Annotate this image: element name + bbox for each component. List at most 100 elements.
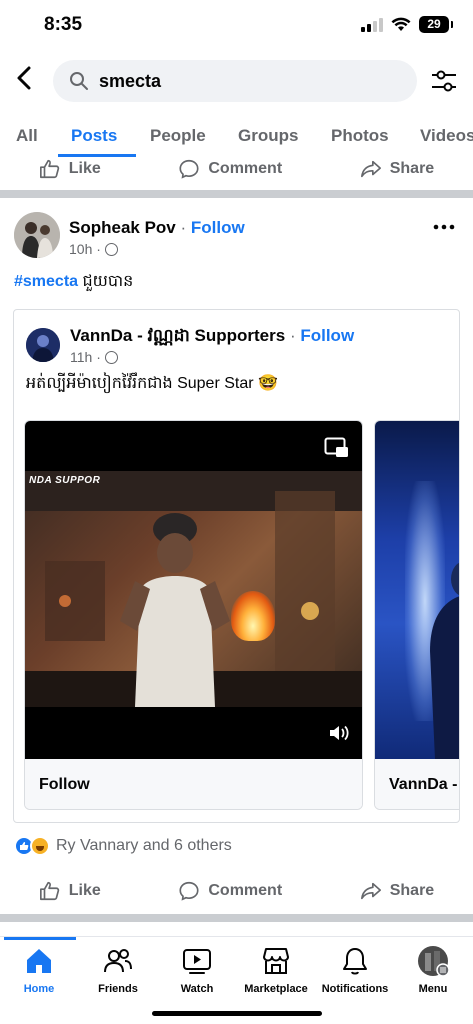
share-button[interactable]: Share (360, 158, 434, 180)
share-arrow-icon (360, 882, 381, 900)
follow-author-link[interactable]: Follow (191, 218, 245, 237)
search-query: smecta (99, 70, 162, 91)
more-dots-icon (433, 224, 455, 230)
video-banner-text: NDA SUPPOR (29, 475, 101, 486)
picture-in-picture-icon (324, 437, 348, 457)
post-meta: 10h · (69, 241, 118, 257)
tab-posts[interactable]: Posts (71, 126, 117, 146)
nav-marketplace[interactable]: Marketplace (231, 945, 321, 995)
share-arrow-icon (360, 160, 381, 178)
post-body-text: ជួយបាន (78, 273, 134, 290)
share-button[interactable]: Share (360, 880, 434, 902)
comment-button[interactable]: Comment (178, 880, 282, 902)
bell-icon (343, 948, 367, 975)
comment-button[interactable]: Comment (178, 158, 282, 180)
bottom-navigation: Home Friends Watch Marketplace Notificat… (0, 936, 473, 1024)
post-header: Sopheak Pov · Follow 10h · (0, 210, 473, 266)
nav-friends-label: Friends (98, 983, 138, 995)
hashtag-link[interactable]: #smecta (14, 273, 78, 290)
nav-watch-label: Watch (180, 983, 214, 995)
shared-post-time[interactable]: 11h · (70, 349, 101, 365)
share-label: Share (389, 882, 435, 899)
post-time[interactable]: 10h · (69, 241, 101, 257)
like-button[interactable]: Like (39, 158, 101, 180)
video-thumbnail-scene (25, 471, 362, 707)
author-avatar[interactable] (14, 212, 60, 258)
thumbs-up-icon (39, 881, 59, 901)
battery-icon: 29 (419, 16, 453, 33)
follow-shared-author-link[interactable]: Follow (300, 326, 354, 345)
tab-photos[interactable]: Photos (331, 126, 389, 146)
filter-button[interactable] (429, 66, 459, 96)
post-actions: Like Comment Share (0, 872, 473, 910)
nav-marketplace-label: Marketplace (244, 983, 308, 995)
video-player-2[interactable] (375, 421, 459, 759)
back-button[interactable] (14, 64, 42, 98)
search-row: smecta (0, 58, 473, 104)
tab-videos[interactable]: Videos (420, 126, 473, 146)
tab-people[interactable]: People (150, 126, 206, 146)
nav-friends[interactable]: Friends (73, 945, 163, 995)
video-player[interactable]: NDA SUPPOR (25, 421, 362, 759)
shared-post-card[interactable]: VannDa - វណ្ណដា Supporters · Follow 11h … (13, 309, 460, 823)
share-label: Share (389, 160, 435, 177)
filter-sliders-icon (432, 70, 456, 92)
marketplace-icon (263, 948, 289, 974)
dot-separator: · (180, 218, 187, 237)
shared-globe-icon (104, 350, 118, 364)
comment-label: Comment (208, 160, 283, 177)
like-button[interactable]: Like (39, 880, 101, 902)
comment-bubble-icon (179, 881, 199, 901)
shared-author-avatar[interactable] (26, 328, 60, 362)
post-text: #smecta ជួយបាន (14, 270, 133, 294)
nav-notifications-label: Notifications (321, 983, 389, 995)
signal-icon (361, 17, 383, 32)
media-card-1[interactable]: NDA SUPPOR Follow (24, 420, 363, 810)
thumbs-up-icon (39, 159, 59, 179)
shared-author-name[interactable]: VannDa - វណ្ណដា Supporters (70, 326, 285, 345)
haha-reaction-icon (30, 836, 50, 856)
shared-post-text: អត់ល្បីអីម៉ាបៀកវ៉ៃរឹកជាង Super Star 🤓 (26, 375, 278, 392)
like-label: Like (68, 882, 101, 899)
comment-bubble-icon (179, 159, 199, 179)
nav-menu[interactable]: Menu (388, 945, 473, 995)
shared-author-line: VannDa - វណ្ណដា Supporters · Follow (70, 325, 354, 350)
media-card-2[interactable]: VannDa - វ (374, 420, 459, 810)
media-carousel[interactable]: NDA SUPPOR Follow VannDa - វ (24, 420, 459, 812)
friends-icon (104, 949, 132, 973)
media-follow-footer[interactable]: Follow (25, 759, 362, 809)
back-arrow-icon (17, 66, 31, 90)
search-input[interactable]: smecta (53, 60, 417, 102)
picture-in-picture-button[interactable] (324, 437, 350, 459)
home-indicator-bar (152, 1011, 322, 1016)
tab-all[interactable]: All (16, 126, 38, 146)
feed-divider (0, 190, 473, 198)
wifi-icon (391, 17, 411, 31)
like-label: Like (68, 160, 101, 177)
status-bar: 8:35 29 (0, 0, 473, 50)
watch-icon (183, 949, 211, 974)
nav-home[interactable]: Home (0, 945, 84, 995)
shared-post-meta: 11h · (70, 349, 118, 365)
post-author-line: Sopheak Pov · Follow (69, 218, 245, 238)
video-frame: NDA SUPPOR (25, 471, 362, 707)
home-icon (27, 949, 51, 973)
speaker-volume-icon (330, 725, 349, 741)
status-icons: 29 (361, 16, 453, 33)
comment-label: Comment (208, 882, 283, 899)
more-options-button[interactable] (433, 214, 455, 237)
status-time: 8:35 (44, 14, 83, 35)
reaction-count-text: Ry Vannary and 6 others (56, 837, 232, 854)
previous-post-actions: Like Comment Share (0, 150, 473, 188)
volume-button[interactable] (328, 723, 350, 743)
media-follow-label: Follow (39, 776, 90, 793)
tab-groups[interactable]: Groups (238, 126, 298, 146)
shared-dot-separator: · (289, 326, 296, 345)
media-footer-2[interactable]: VannDa - វ (375, 759, 459, 809)
fire-flame (231, 591, 275, 641)
reactions-summary[interactable]: Ry Vannary and 6 others (14, 836, 232, 856)
post-author-name[interactable]: Sopheak Pov (69, 218, 176, 237)
nav-home-label: Home (23, 983, 55, 995)
nav-notifications[interactable]: Notifications (310, 945, 400, 995)
nav-watch[interactable]: Watch (152, 945, 242, 995)
